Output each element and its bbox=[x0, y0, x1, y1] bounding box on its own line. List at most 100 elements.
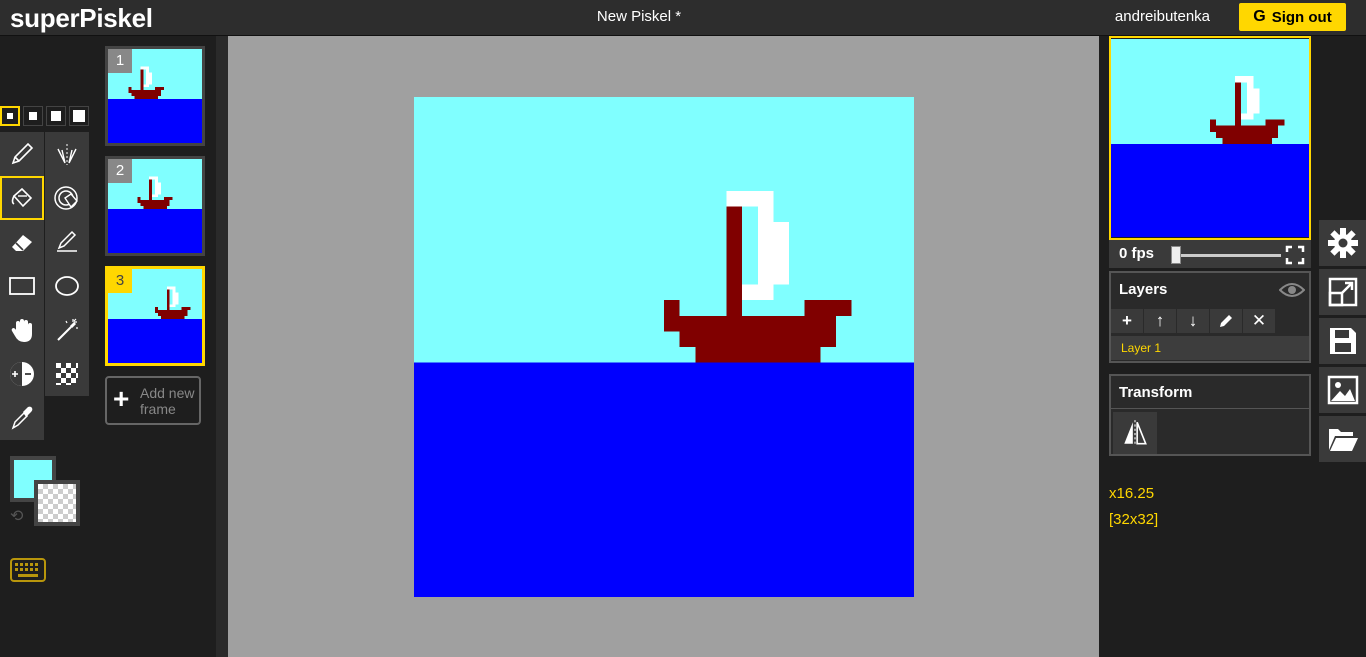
target-bucket-icon bbox=[54, 186, 78, 210]
transform-panel: Transform bbox=[1109, 374, 1311, 456]
mast bbox=[166, 289, 170, 311]
username: andreibutenka bbox=[1114, 8, 1210, 25]
move-layer-up-button[interactable]: ↑ bbox=[1144, 309, 1176, 333]
sail bbox=[175, 292, 179, 305]
sail bbox=[773, 222, 789, 285]
pen-size-selector bbox=[0, 106, 90, 126]
sail bbox=[149, 176, 158, 180]
circle-tool[interactable] bbox=[45, 264, 89, 308]
plus-icon: + bbox=[1122, 311, 1132, 330]
magic-wand-tool[interactable] bbox=[45, 308, 89, 352]
layer-item[interactable]: Layer 1 bbox=[1111, 336, 1309, 360]
drawing-canvas-area[interactable] bbox=[228, 36, 1099, 657]
stroke-tool[interactable] bbox=[45, 220, 89, 264]
secondary-color-swatch[interactable] bbox=[34, 480, 80, 526]
fps-label: 0 fps bbox=[1119, 245, 1155, 262]
resize-button[interactable] bbox=[1319, 269, 1366, 315]
canvas-size: [32x32] bbox=[1109, 511, 1159, 528]
sea bbox=[108, 208, 202, 253]
pen-size-3[interactable] bbox=[46, 106, 66, 126]
layers-panel: Layers + ↑ ↓ ✕ Layer 1 bbox=[1109, 271, 1311, 363]
frames-scrollbar[interactable] bbox=[216, 36, 228, 657]
floppy-disk-icon bbox=[1329, 328, 1356, 354]
pen-tool[interactable] bbox=[0, 132, 44, 176]
divider bbox=[1111, 408, 1309, 409]
pen-icon bbox=[11, 142, 34, 165]
swap-colors-icon[interactable]: ⟲ bbox=[10, 506, 23, 526]
circle-icon bbox=[55, 276, 79, 296]
sail bbox=[1234, 76, 1254, 83]
hand-icon bbox=[11, 319, 32, 342]
mast bbox=[149, 179, 153, 201]
sail bbox=[1253, 88, 1260, 114]
export-button[interactable] bbox=[1319, 367, 1366, 413]
frame-thumbnail[interactable]: 1 bbox=[105, 46, 205, 146]
animation-preview bbox=[1109, 36, 1311, 240]
add-layer-button[interactable]: + bbox=[1111, 309, 1143, 333]
hull bbox=[155, 307, 158, 311]
delete-layer-button[interactable]: ✕ bbox=[1243, 309, 1275, 333]
dithering-tool[interactable] bbox=[45, 352, 89, 396]
hull bbox=[157, 313, 188, 316]
paint-bucket-tool[interactable] bbox=[0, 176, 44, 220]
hull bbox=[664, 300, 680, 316]
eraser-icon bbox=[12, 235, 32, 251]
keyboard-shortcuts-icon[interactable] bbox=[10, 558, 46, 582]
rectangle-tool[interactable] bbox=[0, 264, 44, 308]
eye-icon[interactable] bbox=[1279, 281, 1305, 299]
fps-slider-handle[interactable] bbox=[1171, 246, 1181, 264]
mast bbox=[726, 206, 743, 316]
add-new-frame-button[interactable]: + Add new frame bbox=[105, 376, 201, 425]
transform-title: Transform bbox=[1119, 384, 1193, 401]
sign-out-button[interactable]: G Sign out bbox=[1239, 3, 1346, 31]
tools-panel: ⟲ bbox=[0, 36, 90, 657]
right-panel: 0 fps Layers + ↑ ↓ ✕ Layer 1 Transform x… bbox=[1099, 36, 1319, 657]
close-icon: ✕ bbox=[1251, 311, 1267, 330]
frame-thumbnail-active[interactable]: 3 bbox=[105, 266, 205, 366]
sail bbox=[157, 182, 161, 195]
arrow-down-icon: ↓ bbox=[1188, 311, 1198, 330]
paint-all-same-pixels-tool[interactable] bbox=[45, 176, 89, 220]
preview-canvas bbox=[1111, 39, 1309, 237]
eraser-tool[interactable] bbox=[0, 220, 44, 264]
open-button[interactable] bbox=[1319, 416, 1366, 462]
sail bbox=[172, 289, 176, 308]
stroke-icon bbox=[57, 230, 77, 252]
sail bbox=[166, 286, 176, 290]
sail bbox=[149, 72, 153, 85]
hull bbox=[134, 96, 158, 99]
frame-number: 1 bbox=[108, 49, 132, 73]
save-button[interactable] bbox=[1319, 318, 1366, 364]
hull bbox=[128, 90, 161, 94]
eyedropper-icon bbox=[11, 406, 33, 430]
hull bbox=[1216, 131, 1279, 138]
hull bbox=[140, 203, 170, 206]
plus-icon: + bbox=[113, 383, 130, 414]
move-tool[interactable] bbox=[0, 308, 44, 352]
lighten-tool[interactable] bbox=[0, 352, 44, 396]
flip-horizontal-button[interactable] bbox=[1113, 412, 1157, 454]
sign-out-label: Sign out bbox=[1271, 8, 1332, 26]
drawing-canvas[interactable] bbox=[414, 97, 914, 597]
move-layer-down-button[interactable]: ↓ bbox=[1177, 309, 1209, 333]
add-frame-label: Add new frame bbox=[140, 385, 195, 417]
folder-open-icon bbox=[1328, 429, 1358, 451]
top-bar: superPiskel New Piskel * andreibutenka G… bbox=[0, 0, 1366, 36]
checker-icon bbox=[56, 363, 78, 385]
frame-thumbnail[interactable]: 2 bbox=[105, 156, 205, 256]
settings-button[interactable] bbox=[1319, 220, 1366, 266]
hull bbox=[695, 347, 821, 363]
sea bbox=[1111, 144, 1309, 237]
hull bbox=[128, 87, 132, 91]
lighten-icon bbox=[10, 362, 34, 386]
image-icon bbox=[1327, 375, 1358, 405]
fullscreen-icon[interactable] bbox=[1285, 245, 1305, 265]
pen-size-4[interactable] bbox=[69, 106, 89, 126]
vertical-mirror-pen-tool[interactable] bbox=[45, 132, 89, 176]
color-picker-tool[interactable] bbox=[0, 396, 44, 440]
sea bbox=[108, 98, 202, 143]
fps-slider-track[interactable] bbox=[1175, 254, 1281, 257]
rename-layer-button[interactable] bbox=[1210, 309, 1242, 333]
pen-size-1[interactable] bbox=[0, 106, 20, 126]
pen-size-2[interactable] bbox=[23, 106, 43, 126]
